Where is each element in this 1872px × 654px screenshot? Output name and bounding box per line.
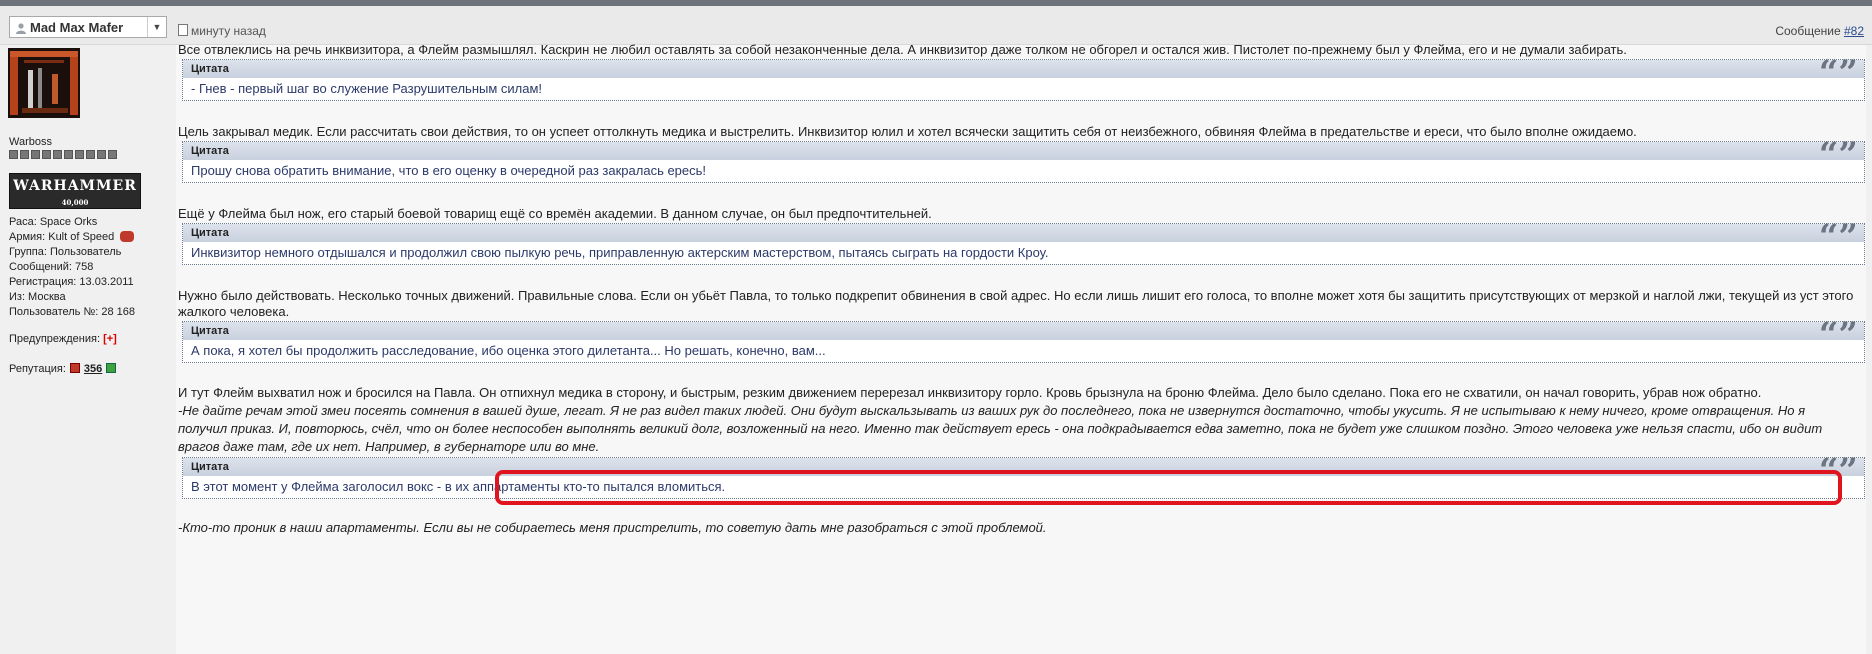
quote-icon: “” [1818, 135, 1858, 175]
quote-block: Цитата “” - Гнев - первый шаг во служение… [182, 53, 1865, 101]
post-content: Все отвлеклись на речь инквизитора, а Фл… [176, 42, 1866, 654]
quote-label: Цитата [191, 325, 229, 337]
post-header: Mad Max Mafer ▼ минуту назад Сообщение #… [0, 6, 1872, 45]
quote-text: А пока, я хотел бы продолжить расследова… [191, 343, 826, 358]
quote-block: Цитата “” Прошу снова обратить внимание, … [182, 135, 1865, 183]
post-paragraph: Ещё у Флейма был нож, его старый боевой … [178, 206, 932, 221]
post-paragraph: врагов даже там, где их нет. Например, в… [178, 439, 600, 454]
info-race: Раса: Space Orks [9, 216, 98, 228]
quote-icon: “” [1818, 315, 1858, 355]
avatar-image [8, 48, 80, 118]
quote-text: - Гнев - первый шаг во служение Разрушит… [191, 81, 543, 96]
post-paragraph: получил приказ. И, повторюсь, счёл, что … [178, 421, 1823, 436]
quote-label: Цитата [191, 227, 229, 239]
info-registered: Регистрация: 13.03.2011 [9, 276, 134, 288]
user-icon [16, 23, 26, 34]
quote-label: Цитата [191, 63, 229, 75]
quote-text: Прошу снова обратить внимание, что в его… [191, 163, 707, 178]
post-time: минуту назад [178, 24, 266, 38]
post-paragraph: И тут Флейм выхватил нож и бросился на П… [178, 385, 1762, 400]
info-user-number: Пользователь №: 28 168 [9, 306, 135, 318]
info-from: Из: Москва [9, 291, 66, 303]
post-paragraph: Все отвлеклись на речь инквизитора, а Фл… [178, 42, 1627, 57]
quote-text: Инквизитор немного отдышался и продолжил… [191, 245, 1049, 260]
username: Mad Max Mafer [30, 20, 124, 35]
quote-block: Цитата “” Инквизитор немного отдышался и … [182, 217, 1865, 265]
user-info: Раса: Space Orks Армия: Kult of Speed Гр… [9, 215, 135, 320]
post-paragraph: Цель закрывал медик. Если рассчитать сво… [178, 124, 1637, 139]
user-sidebar: Warboss WARHAMMER 40,000 Раса: Space Ork… [0, 45, 175, 654]
quote-label: Цитата [191, 461, 229, 473]
army-icon [120, 231, 135, 242]
chevron-down-icon[interactable]: ▼ [147, 17, 166, 37]
quote-icon: “” [1818, 217, 1858, 257]
post-paragraph: -Не дайте речам этой змеи посеять сомнен… [178, 403, 1806, 418]
warnings-link[interactable]: [+] [103, 333, 117, 345]
highlight-annotation [495, 470, 1842, 505]
post-paragraph: жалкого человека. [178, 304, 290, 319]
post-paragraph: -Кто-то проник в наши апартаменты. Если … [178, 520, 1047, 535]
rep-plus-icon[interactable] [106, 363, 117, 373]
avatar[interactable] [8, 48, 80, 118]
document-icon [178, 24, 188, 36]
info-posts: Сообщений: 758 [9, 261, 94, 273]
quote-block: Цитата “” А пока, я хотел бы продолжить р… [182, 315, 1865, 363]
info-group: Группа: Пользователь [9, 246, 122, 258]
rank-label: Warboss [9, 136, 52, 148]
post-paragraph: Нужно было действовать. Несколько точных… [178, 288, 1854, 303]
message-number: Сообщение #82 [1775, 24, 1864, 38]
rank-pips [9, 150, 119, 162]
reputation: Репутация: 356 [9, 363, 120, 375]
warhammer-logo: WARHAMMER 40,000 [9, 173, 141, 209]
warnings: Предупреждения: [+] [9, 333, 117, 345]
rep-minus-icon[interactable] [69, 363, 80, 373]
reputation-link[interactable]: 356 [84, 363, 102, 375]
user-dropdown[interactable]: Mad Max Mafer ▼ [9, 16, 167, 38]
message-link[interactable]: #82 [1844, 24, 1864, 38]
quote-icon: “” [1818, 53, 1858, 93]
info-army: Армия: Kult of Speed [9, 230, 135, 245]
quote-label: Цитата [191, 145, 229, 157]
